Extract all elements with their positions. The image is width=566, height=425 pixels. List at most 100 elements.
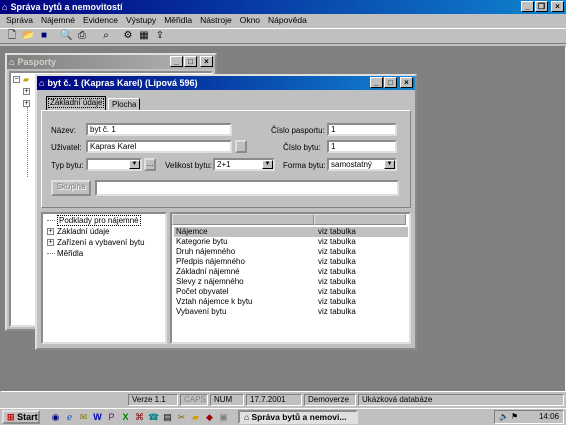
column-header-name[interactable] xyxy=(172,214,314,225)
flat-detail-titlebar[interactable]: ⌂ byt č. 1 (Kapras Karel) (Lipová 596) _… xyxy=(37,76,415,90)
pasporty-title: Pasporty xyxy=(17,57,56,67)
start-button[interactable]: ⊞ Start xyxy=(2,410,40,424)
print-icon[interactable]: ⎙ xyxy=(76,30,88,42)
skupina-button[interactable]: Skupina xyxy=(51,180,91,196)
quicklaunch-icon[interactable]: ⌘ xyxy=(134,412,145,423)
pasporty-maximize-button[interactable]: □ xyxy=(184,56,197,67)
list-row[interactable]: Předpis nájemného viz tabulka xyxy=(174,257,408,267)
dialog-maximize-button[interactable]: □ xyxy=(384,77,397,88)
quicklaunch-icon[interactable]: ◉ xyxy=(50,412,61,423)
quicklaunch-icon[interactable]: ◆ xyxy=(204,412,215,423)
menubar: Správa Nájemné Evidence Výstupy Měřidla … xyxy=(0,14,566,28)
statusbar: Verze 1.1 CAPS NUM 17.7.2001 Demoverze U… xyxy=(0,393,566,407)
menu-nastroje[interactable]: Nástroje xyxy=(196,14,236,28)
tree-root[interactable]: − ▰ xyxy=(13,75,29,84)
list-row[interactable]: Kategorie bytu viz tabulka xyxy=(174,237,408,247)
pasporty-close-button[interactable]: × xyxy=(200,56,213,67)
forma-bytu-combo[interactable]: samostatný ▼ xyxy=(327,158,397,171)
quicklaunch-icon[interactable]: P xyxy=(106,412,117,423)
pasporty-titlebar[interactable]: ⌂ Pasporty _ □ × xyxy=(7,55,215,69)
pasporty-minimize-button[interactable]: _ xyxy=(170,56,183,67)
uzivatel-label: Uživatel: xyxy=(51,143,82,152)
menu-napoveda[interactable]: Nápověda xyxy=(264,14,311,28)
windows-logo-icon: ⊞ xyxy=(7,412,15,422)
chevron-down-icon[interactable]: ▼ xyxy=(129,160,140,169)
quicklaunch-icon[interactable]: ▰ xyxy=(190,412,201,423)
expand-icon[interactable]: + xyxy=(47,239,54,247)
nazev-field[interactable]: byt č. 1 xyxy=(86,123,232,136)
tree-node[interactable]: + xyxy=(23,99,33,108)
house-icon: ⌂ xyxy=(9,57,15,67)
open-icon[interactable]: 📂 xyxy=(22,30,34,42)
forma-bytu-label: Forma bytu: xyxy=(283,161,326,170)
tree-item-meridla[interactable]: Měřidla xyxy=(47,249,83,258)
chevron-down-icon[interactable]: ▼ xyxy=(384,160,395,169)
settings-icon[interactable]: ⚙ xyxy=(122,30,134,42)
save-icon[interactable]: ■ xyxy=(38,30,50,42)
menu-okno[interactable]: Okno xyxy=(236,14,264,28)
expand-icon[interactable]: + xyxy=(47,228,54,236)
column-header-value[interactable] xyxy=(314,214,406,225)
list-row[interactable]: Vztah nájemce k bytu viz tabulka xyxy=(174,297,408,307)
tree-item-zakladni-udaje[interactable]: + Základní údaje xyxy=(47,227,109,236)
quicklaunch-icon[interactable]: W xyxy=(92,412,103,423)
new-icon[interactable]: 🗋 xyxy=(6,30,18,42)
status-caps: CAPS xyxy=(180,394,208,406)
cislo-bytu-label: Číslo bytu: xyxy=(283,143,321,152)
export-icon[interactable]: ⇪ xyxy=(154,30,166,42)
list-row[interactable]: Vybavení bytu viz tabulka xyxy=(174,307,408,317)
tab-plocha[interactable]: Plocha xyxy=(108,98,141,110)
cislo-pasportu-field[interactable]: 1 xyxy=(327,123,397,136)
list-row[interactable]: Počet obyvatel viz tabulka xyxy=(174,287,408,297)
mdi-workspace: ⌂ Pasporty _ □ × − ▰ + + ⌂ byt č. 1 (Kapr… xyxy=(0,46,566,392)
list-row[interactable]: Základní nájemné viz tabulka xyxy=(174,267,408,277)
menu-vystupy[interactable]: Výstupy xyxy=(122,14,160,28)
network-icon[interactable]: ⚑ xyxy=(511,411,518,423)
house-icon: ⌂ xyxy=(39,78,45,88)
app-title: Správa bytů a nemovitostí xyxy=(10,2,123,12)
flat-detail-title: byt č. 1 (Kapras Karel) (Lipová 596) xyxy=(47,78,198,88)
find-icon[interactable]: ⌕ xyxy=(100,30,112,42)
tree-item-zarizeni[interactable]: + Zařízení a vybavení bytu xyxy=(47,238,145,247)
taskbar-app-button[interactable]: ⌂ Správa bytů a nemovi... xyxy=(238,410,358,424)
print-preview-icon[interactable]: 🔍 xyxy=(60,30,72,42)
quicklaunch-icon[interactable]: ✂ xyxy=(176,412,187,423)
list-row[interactable]: Slevy z nájemného viz tabulka xyxy=(174,277,408,287)
quicklaunch-icon[interactable]: ▣ xyxy=(218,412,229,423)
quicklaunch-icon[interactable]: X xyxy=(120,412,131,423)
list-row-selected[interactable]: Nájemce viz tabulka xyxy=(174,227,408,237)
typ-bytu-ellipsis-button[interactable]: ... xyxy=(144,158,156,171)
quicklaunch-icon[interactable]: ✉ xyxy=(78,412,89,423)
menu-najemne[interactable]: Nájemné xyxy=(37,14,79,28)
details-list[interactable]: Nájemce viz tabulka Kategorie bytu viz tab… xyxy=(170,212,411,344)
clock: 14:06 xyxy=(538,412,559,421)
minimize-button[interactable]: _ xyxy=(521,1,534,12)
skupina-field[interactable] xyxy=(95,180,399,196)
menu-evidence[interactable]: Evidence xyxy=(79,14,122,28)
uzivatel-browse-button[interactable] xyxy=(235,140,247,153)
quicklaunch-icon[interactable]: ▤ xyxy=(162,412,173,423)
velikost-bytu-combo[interactable]: 2+1 ▼ xyxy=(213,158,275,171)
status-mode: Demoverze xyxy=(304,394,356,406)
quicklaunch-icon[interactable]: ℯ xyxy=(64,412,75,423)
tree-item-podklady[interactable]: Podklady pro nájemné xyxy=(47,215,141,226)
uzivatel-field[interactable]: Kapras Karel xyxy=(86,140,232,153)
tab-zakladni-udaje[interactable]: Základní údaje xyxy=(46,96,107,110)
toolbar: 🗋 📂 ■ 🔍 ⎙ ⌕ ⚙ ▦ ⇪ xyxy=(0,28,566,44)
menu-meridla[interactable]: Měřidla xyxy=(160,14,196,28)
status-version: Verze 1.1 xyxy=(128,394,178,406)
list-row[interactable]: Druh nájemného viz tabulka xyxy=(174,247,408,257)
speaker-icon[interactable]: 🔈 xyxy=(499,411,509,423)
table-icon[interactable]: ▦ xyxy=(138,30,150,42)
close-button[interactable]: × xyxy=(551,1,564,12)
dialog-minimize-button[interactable]: _ xyxy=(370,77,383,88)
typ-bytu-combo[interactable]: ▼ xyxy=(86,158,142,171)
tree-node[interactable]: + xyxy=(23,87,33,96)
cislo-bytu-field[interactable]: 1 xyxy=(327,140,397,153)
menu-sprava[interactable]: Správa xyxy=(2,14,37,28)
chevron-down-icon[interactable]: ▼ xyxy=(262,160,273,169)
restore-button[interactable]: ❐ xyxy=(535,1,548,12)
section-tree[interactable]: Podklady pro nájemné + Základní údaje + Za… xyxy=(41,212,167,344)
dialog-close-button[interactable]: × xyxy=(400,77,413,88)
quicklaunch-icon[interactable]: ☎ xyxy=(148,412,159,423)
